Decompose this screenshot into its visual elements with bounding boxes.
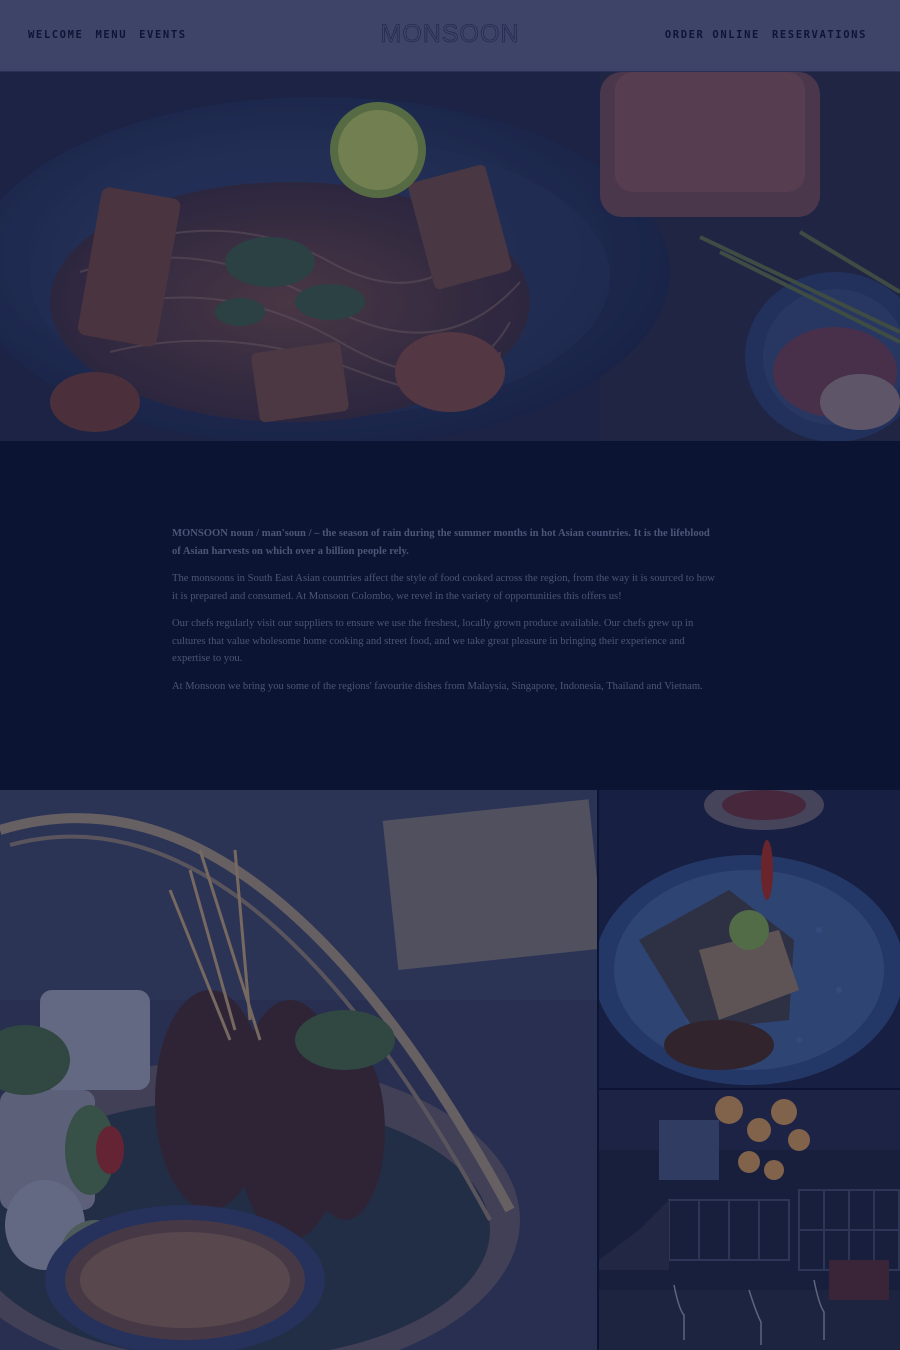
- photo-gallery: [0, 790, 900, 1350]
- site-header: WELCOME MENU EVENTS MONSOON ORDER ONLINE…: [0, 0, 900, 72]
- about-paragraph: MONSOON noun / man'soun / – the season o…: [172, 528, 710, 557]
- fish-dish-photo: [599, 790, 900, 1088]
- satay-photo: [0, 790, 597, 1350]
- about-section: MONSOON noun / man'soun / – the season o…: [0, 441, 900, 790]
- about-text: MONSOON noun / man'soun / – the season o…: [172, 525, 720, 705]
- about-paragraph: At Monsoon we bring you some of the regi…: [172, 680, 703, 692]
- nav-reservations[interactable]: RESERVATIONS: [772, 29, 867, 41]
- about-paragraph: The monsoons in South East Asian countri…: [172, 573, 715, 602]
- secondary-nav: ORDER ONLINE RESERVATIONS: [665, 29, 867, 41]
- hero-food-photo: [0, 72, 900, 441]
- nav-order-online[interactable]: ORDER ONLINE: [665, 29, 760, 41]
- about-paragraph: Our chefs regularly visit our suppliers …: [172, 618, 694, 664]
- restaurant-interior-photo: [599, 1090, 900, 1350]
